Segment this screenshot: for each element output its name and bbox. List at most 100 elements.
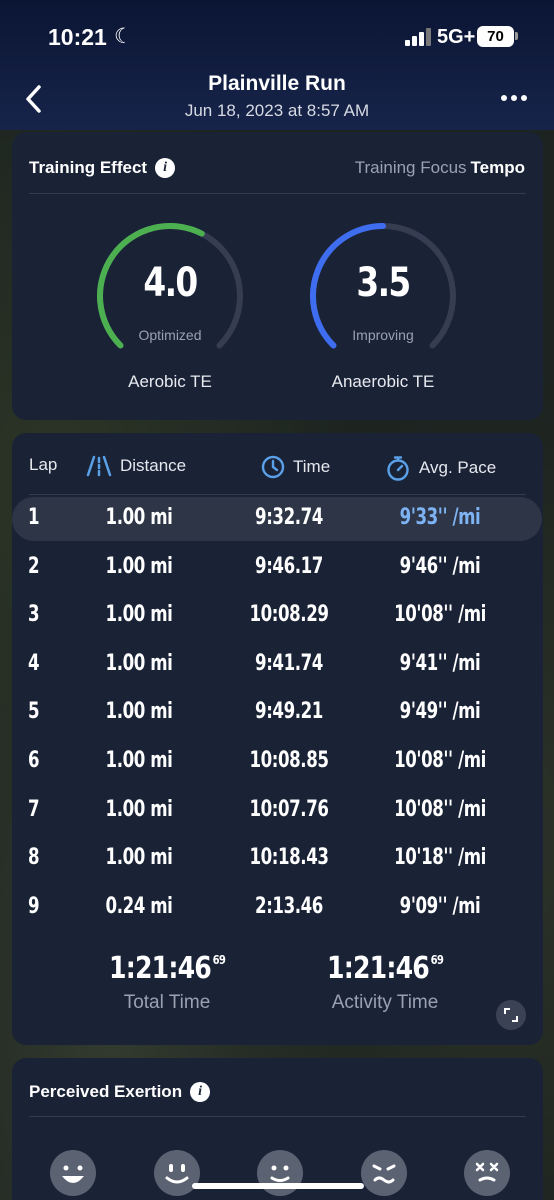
exhausted-face-icon[interactable]: [464, 1150, 510, 1196]
lap-row[interactable]: 8 1.00 mi 10:18.43 10'18'' /mi: [12, 837, 543, 881]
pace-column-header: Avg. Pace: [385, 455, 496, 481]
anaerobic-te-label: Anaerobic TE: [331, 372, 435, 391]
distance-column-header: Distance: [86, 455, 186, 477]
status-bar: 10:21 ☾ 5G+ 70: [0, 0, 554, 72]
info-icon[interactable]: i: [190, 1082, 211, 1102]
lap-time: 9:41.74: [255, 650, 323, 676]
lap-distance: 1.00 mi: [105, 602, 173, 628]
very-happy-face-icon[interactable]: [50, 1150, 96, 1196]
lap-time: 9:49.21: [255, 699, 323, 725]
laps-table-header: Lap Distance Time Avg. Pace: [12, 455, 543, 481]
home-indicator[interactable]: [192, 1183, 364, 1189]
lap-row[interactable]: 6 1.00 mi 10:08.85 10'08'' /mi: [12, 740, 543, 784]
lap-number: 2: [28, 553, 40, 579]
clock-icon: [261, 455, 285, 479]
lap-time: 10:18.43: [249, 845, 329, 871]
anaerobic-te-value: 3.5: [356, 260, 411, 306]
lap-column-header: Lap: [29, 455, 57, 475]
lap-number: 8: [28, 845, 40, 871]
lap-row[interactable]: 9 0.24 mi 2:13.46 9'09'' /mi: [12, 886, 543, 930]
lap-row[interactable]: 5 1.00 mi 9:49.21 9'49'' /mi: [12, 691, 543, 735]
divider: [29, 494, 526, 495]
lap-number: 6: [28, 748, 40, 773]
aerobic-gauge: 4.0 Optimized: [90, 216, 250, 376]
lap-time: 10:08.29: [249, 602, 329, 628]
total-time-value: 1:21:46 69: [108, 951, 226, 986]
total-time-main: 1:21:46: [108, 951, 212, 986]
time-header-label: Time: [293, 457, 331, 476]
lap-pace: 10'08'' /mi: [394, 602, 486, 628]
lap-number: 5: [28, 699, 40, 725]
activity-time-label: Activity Time: [331, 992, 439, 1013]
activity-time-block: 1:21:46 69 Activity Time: [275, 951, 495, 1014]
pace-header-label: Avg. Pace: [419, 458, 497, 477]
lap-distance: 1.00 mi: [105, 650, 173, 676]
lap-distance: 1.00 mi: [105, 748, 173, 773]
total-time-fraction: 69: [212, 953, 226, 967]
training-effect-title: Training Effect: [29, 158, 148, 177]
lap-distance: 0.24 mi: [105, 893, 173, 919]
lap-number: 1: [28, 505, 40, 530]
training-effect-card: Training Effect i Training Focus Tempo 4.…: [12, 132, 543, 420]
lap-pace: 10'18'' /mi: [394, 845, 486, 871]
total-time-label: Total Time: [123, 992, 211, 1013]
lap-time: 9:46.17: [255, 553, 323, 579]
divider: [29, 1116, 526, 1117]
signal-icon: [405, 28, 433, 46]
happy-face-icon[interactable]: [154, 1150, 200, 1196]
expand-icon: [504, 1008, 518, 1022]
lap-time: 10:08.85: [249, 748, 329, 773]
activity-time-fraction: 69: [430, 953, 444, 967]
page-title: Plainville Run: [208, 72, 346, 95]
total-time-block: 1:21:46 69 Total Time: [57, 951, 277, 1014]
more-options-button[interactable]: [494, 88, 534, 108]
training-focus-value: Tempo: [470, 158, 525, 177]
more-dot-icon: [511, 95, 517, 101]
lap-row[interactable]: 2 1.00 mi 9:46.17 9'46'' /mi: [12, 546, 543, 590]
lap-time: 2:13.46: [255, 893, 323, 919]
lap-pace: 9'49'' /mi: [399, 699, 481, 725]
lap-row[interactable]: 4 1.00 mi 9:41.74 9'41'' /mi: [12, 643, 543, 687]
lap-number: 9: [28, 893, 40, 919]
smile-face-icon[interactable]: [257, 1150, 303, 1196]
status-time: 10:21: [48, 24, 107, 50]
network-type: 5G+: [437, 26, 476, 48]
lap-time: 10:07.76: [249, 796, 329, 822]
page-subtitle: Jun 18, 2023 at 8:57 AM: [184, 101, 370, 120]
lap-pace: 9'46'' /mi: [399, 553, 481, 579]
lap-pace: 9'41'' /mi: [399, 650, 481, 676]
lap-distance: 1.00 mi: [105, 505, 173, 530]
lap-row[interactable]: 7 1.00 mi 10:07.76 10'08'' /mi: [12, 789, 543, 833]
anaerobic-gauge: 3.5 Improving: [303, 216, 463, 376]
training-focus-label: Training Focus: [354, 158, 467, 177]
info-icon[interactable]: i: [155, 158, 176, 178]
divider: [29, 193, 526, 194]
strained-face-icon[interactable]: [361, 1150, 407, 1196]
aerobic-te-label: Aerobic TE: [128, 372, 212, 391]
anaerobic-te-status: Improving: [352, 327, 414, 343]
lap-number: 4: [28, 650, 40, 676]
lap-pace: 9'33'' /mi: [399, 505, 481, 530]
lap-distance: 1.00 mi: [105, 796, 173, 822]
training-effect-header: Training Effect i: [29, 158, 176, 178]
lap-number: 3: [28, 602, 40, 628]
stopwatch-icon: [387, 456, 409, 481]
moon-icon: ☾: [114, 25, 133, 48]
lap-row[interactable]: 3 1.00 mi 10:08.29 10'08'' /mi: [12, 594, 543, 638]
road-icon: [86, 455, 112, 477]
lap-distance: 1.00 mi: [105, 553, 173, 579]
aerobic-te-value: 4.0: [143, 260, 198, 306]
lap-number: 7: [28, 796, 40, 822]
lap-row[interactable]: 1 1.00 mi 9:32.74 9'33'' /mi: [12, 497, 542, 541]
lap-header-label: Lap: [29, 455, 58, 474]
expand-button[interactable]: [496, 1000, 526, 1030]
more-dot-icon: [521, 95, 527, 101]
lap-distance: 1.00 mi: [105, 699, 173, 725]
aerobic-te-status: Optimized: [138, 327, 202, 343]
battery-tip: [515, 32, 518, 40]
training-focus: Training Focus Tempo: [355, 158, 525, 178]
distance-header-label: Distance: [120, 456, 187, 475]
perceived-exertion-header: Perceived Exertion i: [29, 1082, 211, 1102]
lap-time: 9:32.74: [255, 505, 323, 530]
lap-pace: 10'08'' /mi: [394, 748, 486, 773]
